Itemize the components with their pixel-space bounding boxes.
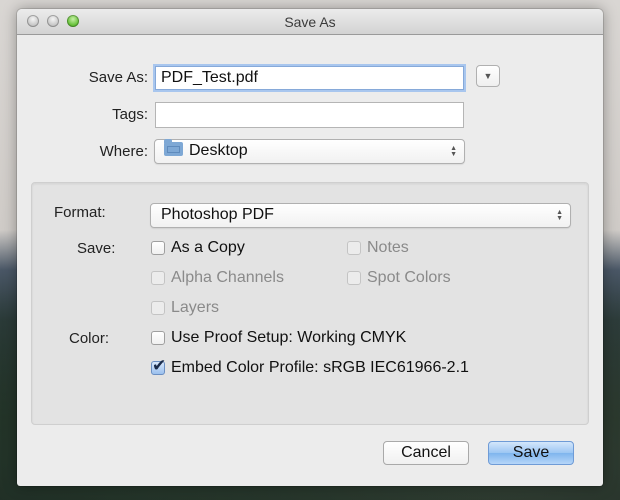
checkbox-box[interactable]: ✔ bbox=[151, 356, 166, 375]
checkbox-box[interactable] bbox=[151, 241, 165, 255]
window-title: Save As bbox=[284, 14, 336, 30]
where-value: Desktop bbox=[189, 142, 248, 159]
title-bar: Save As bbox=[17, 9, 603, 35]
checkbox-label: As a Copy bbox=[171, 239, 245, 256]
checkbox-label: Layers bbox=[171, 299, 220, 316]
checkbox-box[interactable] bbox=[151, 301, 165, 315]
as-a-copy-checkbox[interactable]: As a Copy bbox=[151, 239, 245, 257]
checkbox-label: Spot Colors bbox=[367, 269, 451, 286]
save-as-label: Save As: bbox=[88, 69, 148, 86]
save-as-dialog: Save As Save As: PDF_Test.pdf ▼ Tags: Wh… bbox=[17, 9, 603, 486]
triangle-down-icon: ▼ bbox=[483, 71, 493, 81]
checkmark-icon: ✔ bbox=[152, 356, 167, 375]
checkbox-label: Use Proof Setup: Working CMYK bbox=[171, 329, 407, 346]
checkbox-label: Alpha Channels bbox=[171, 269, 284, 286]
tags-label: Tags: bbox=[112, 106, 148, 123]
tags-input[interactable] bbox=[155, 102, 464, 128]
save-options-label: Save: bbox=[77, 240, 116, 257]
color-options-label: Color: bbox=[69, 330, 110, 347]
embed-color-profile-checkbox[interactable]: ✔ Embed Color Profile: sRGB IEC61966-2.1 bbox=[151, 356, 469, 377]
alpha-channels-checkbox[interactable]: Alpha Channels bbox=[151, 269, 284, 287]
format-options-panel: Format: Photoshop PDF ▲ ▼ Save: As a Copy… bbox=[31, 182, 589, 425]
stepper-arrows-icon: ▲ ▼ bbox=[556, 208, 563, 222]
layers-checkbox[interactable]: Layers bbox=[151, 299, 219, 317]
expand-dialog-button[interactable]: ▼ bbox=[476, 65, 500, 87]
format-value: Photoshop PDF bbox=[161, 206, 274, 223]
checkbox-box[interactable] bbox=[151, 271, 165, 285]
checkbox-label: Notes bbox=[367, 239, 409, 256]
save-button[interactable]: Save bbox=[488, 441, 574, 465]
checkbox-box[interactable] bbox=[347, 271, 361, 285]
use-proof-setup-checkbox[interactable]: Use Proof Setup: Working CMYK bbox=[151, 329, 406, 347]
where-popup[interactable]: Desktop ▲ ▼ bbox=[154, 139, 465, 164]
stepper-arrows-icon: ▲ ▼ bbox=[450, 144, 457, 158]
folder-icon bbox=[164, 139, 183, 156]
format-popup[interactable]: Photoshop PDF ▲ ▼ bbox=[150, 203, 571, 228]
save-as-input[interactable]: PDF_Test.pdf bbox=[155, 66, 464, 90]
checkbox-box[interactable] bbox=[347, 241, 361, 255]
checkbox-label: Embed Color Profile: sRGB IEC61966-2.1 bbox=[171, 359, 469, 376]
checkbox-box[interactable] bbox=[151, 331, 165, 345]
cancel-button[interactable]: Cancel bbox=[383, 441, 469, 465]
format-label: Format: bbox=[54, 204, 106, 221]
where-label: Where: bbox=[99, 143, 148, 160]
notes-checkbox[interactable]: Notes bbox=[347, 239, 409, 257]
spot-colors-checkbox[interactable]: Spot Colors bbox=[347, 269, 451, 287]
